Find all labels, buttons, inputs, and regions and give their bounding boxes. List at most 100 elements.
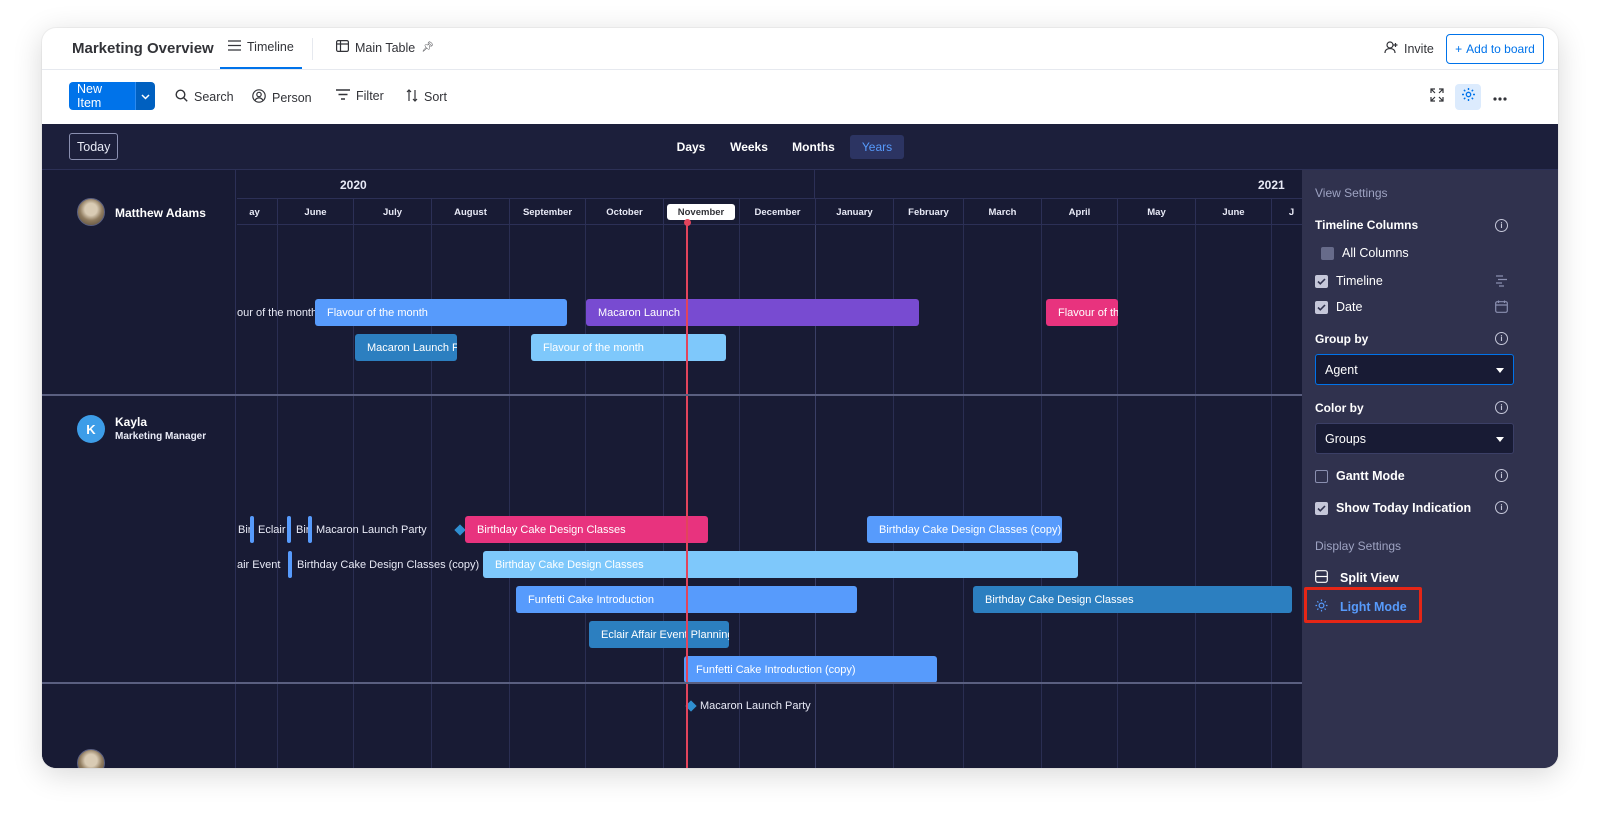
timeline-item-label[interactable]: Eclair (258, 516, 286, 543)
settings-button[interactable] (1455, 84, 1481, 110)
timeline-grid: 2020 2021 ay June July August September … (237, 170, 1302, 768)
tab-timeline-label: Timeline (247, 40, 294, 54)
calendar-icon (1495, 300, 1508, 318)
new-item-button[interactable]: New Item (69, 82, 135, 110)
filter-label: Filter (356, 89, 384, 103)
filter-button[interactable]: Filter (336, 89, 384, 103)
milestone-diamond[interactable] (454, 524, 466, 536)
month-label: May (1117, 199, 1195, 225)
group-name-kayla: Kayla (115, 415, 148, 429)
add-to-board-label: Add to board (1466, 42, 1535, 56)
zoom-years[interactable]: Years (850, 135, 904, 159)
month-label: August (431, 199, 509, 225)
timeline-item-bar[interactable]: Flavour of the month (315, 299, 567, 326)
invite-button[interactable]: Invite (1384, 41, 1434, 57)
add-person-icon (1384, 41, 1398, 57)
month-label: September (509, 199, 585, 225)
grid-line (1195, 225, 1196, 768)
timeline-item-label[interactable]: Birthday Cake Design Classes (copy) (297, 551, 479, 578)
month-label: July (353, 199, 431, 225)
view-settings-panel: View Settings Timeline Columns i All Col… (1302, 170, 1558, 768)
person-filter-button[interactable]: Person (252, 89, 312, 106)
month-label: February (893, 199, 963, 225)
group-by-label: Group by (1315, 332, 1369, 346)
timeline-item-marker[interactable] (250, 516, 254, 543)
timeline-item-bar[interactable]: Eclair Affair Event Planning (589, 621, 729, 648)
timeline-column-icon (1495, 274, 1508, 292)
timeline-view: Today Days Weeks Months Years Matthew Ad… (42, 124, 1558, 768)
info-icon[interactable]: i (1495, 219, 1508, 232)
month-current: November (663, 199, 739, 225)
month-label: ay (249, 206, 260, 218)
timeline-chart: Matthew Adams K Kayla Marketing Manager … (42, 170, 1302, 768)
timeline-column-checkbox[interactable]: Timeline (1315, 274, 1383, 288)
timeline-item-bar[interactable]: Birthday Cake Design Classes (483, 551, 1078, 578)
timeline-item-label[interactable]: Macaron Launch Party (316, 516, 427, 543)
timeline-controls: Today Days Weeks Months Years (42, 124, 1558, 170)
split-view-icon (1315, 570, 1328, 586)
all-columns-checkbox[interactable]: All Columns (1321, 246, 1409, 260)
date-column-checkbox[interactable]: Date (1315, 300, 1362, 314)
month-label: January (815, 199, 893, 225)
checkbox-empty-icon (1315, 469, 1328, 483)
year-label: 2020 (340, 178, 367, 192)
list-icon (228, 40, 241, 54)
grid-line (963, 225, 964, 768)
timeline-item-label[interactable]: air Event (237, 551, 280, 578)
table-icon (336, 40, 350, 55)
zoom-months[interactable]: Months (786, 135, 841, 159)
person-label: Person (272, 90, 312, 105)
chevron-down-icon (141, 87, 150, 105)
app-window: Marketing Overview Timeline Main Table 📌… (42, 28, 1558, 768)
group-by-select[interactable]: Agent (1315, 354, 1514, 385)
timeline-item-bar[interactable]: Birthday Cake Design Classes (973, 586, 1292, 613)
highlight-annotation (1304, 587, 1422, 623)
timeline-item-marker[interactable] (308, 516, 312, 543)
timeline-item-label[interactable]: Macaron Launch Party (700, 692, 811, 719)
more-dots-icon (1493, 88, 1507, 106)
year-divider (814, 170, 815, 198)
year-label: 2021 (1258, 178, 1285, 192)
group-labels-column: Matthew Adams K Kayla Marketing Manager (42, 170, 236, 768)
color-by-select[interactable]: Groups (1315, 423, 1514, 454)
new-item-dropdown-button[interactable] (135, 82, 155, 110)
board-toolbar: New Item Search Person Filter Sort (42, 70, 1558, 124)
timeline-item-bar[interactable]: Macaron Launch Pa (355, 334, 457, 361)
group-subtitle: Marketing Manager (115, 431, 207, 442)
board-header: Marketing Overview Timeline Main Table 📌… (42, 28, 1558, 70)
show-today-checkbox[interactable]: Show Today Indication (1315, 501, 1471, 515)
sort-button[interactable]: Sort (406, 89, 447, 105)
zoom-weeks[interactable]: Weeks (724, 135, 774, 159)
timeline-item-label[interactable]: our of the month (237, 299, 317, 326)
timeline-item-marker[interactable] (288, 551, 292, 578)
timeline-item-marker[interactable] (287, 516, 291, 543)
split-view-label: Split View (1340, 571, 1399, 585)
split-view-option[interactable]: Split View (1315, 570, 1399, 586)
today-button[interactable]: Today (69, 133, 119, 160)
month-label: March (963, 199, 1041, 225)
current-month-pill: November (667, 204, 735, 220)
gantt-mode-checkbox[interactable]: Gantt Mode (1315, 469, 1405, 483)
month-label: June (277, 199, 353, 225)
timeline-item-bar[interactable]: Flavour of the month (531, 334, 726, 361)
timeline-item-bar[interactable]: Birthday Cake Design Classes (copy) (867, 516, 1062, 543)
info-icon[interactable]: i (1495, 401, 1508, 414)
tab-timeline[interactable]: Timeline (228, 40, 294, 54)
tab-main-table[interactable]: Main Table 📌︎ (336, 40, 434, 55)
timeline-item-bar[interactable]: Funfetti Cake Introduction (copy) (684, 656, 937, 683)
timeline-item-bar[interactable]: Macaron Launch (586, 299, 919, 326)
info-icon[interactable]: i (1495, 501, 1508, 514)
search-button[interactable]: Search (175, 89, 234, 105)
more-options-button[interactable] (1487, 84, 1513, 110)
pin-icon: 📌︎ (421, 42, 434, 53)
timeline-item-bar[interactable]: Birthday Cake Design Classes (465, 516, 708, 543)
zoom-days[interactable]: Days (670, 135, 712, 159)
timeline-item-bar[interactable]: Flavour of the (1046, 299, 1118, 326)
info-icon[interactable]: i (1495, 332, 1508, 345)
show-today-label: Show Today Indication (1336, 501, 1472, 515)
info-icon[interactable]: i (1495, 469, 1508, 482)
all-columns-label: All Columns (1342, 246, 1409, 260)
gantt-mode-label: Gantt Mode (1336, 469, 1405, 483)
fullscreen-button[interactable] (1424, 84, 1450, 110)
add-to-board-button[interactable]: + Add to board (1446, 34, 1544, 64)
